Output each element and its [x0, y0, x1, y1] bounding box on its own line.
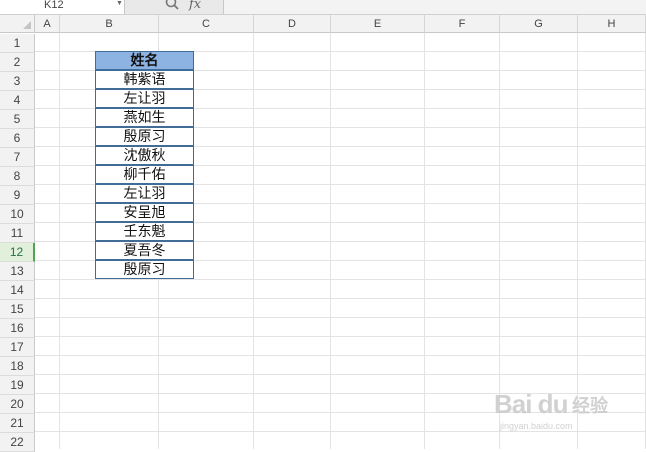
column-header-d[interactable]: D [254, 15, 331, 33]
column-header-a[interactable]: A [35, 15, 60, 33]
table-cell[interactable]: 沈傲秋 [95, 146, 194, 165]
column-header-f[interactable]: F [425, 15, 500, 33]
grid-hline [35, 336, 646, 337]
row-header-13[interactable]: 13 [0, 262, 35, 281]
table-header-cell[interactable]: 姓名 [95, 51, 194, 70]
table-cell[interactable]: 安呈旭 [95, 203, 194, 222]
table-cell[interactable]: 左让羽 [95, 184, 194, 203]
column-header-c[interactable]: C [159, 15, 254, 33]
row-header-14[interactable]: 14 [0, 281, 35, 300]
table-cell[interactable]: 夏吾冬 [95, 241, 194, 260]
column-header-h[interactable]: H [578, 15, 646, 33]
grid-hline [35, 355, 646, 356]
grid-hline [35, 279, 646, 280]
row-header-2[interactable]: 2 [0, 53, 35, 72]
row-header-18[interactable]: 18 [0, 357, 35, 376]
row-header-12[interactable]: 12 [0, 243, 35, 262]
watermark-brand: Bai du [494, 389, 568, 419]
column-header-g[interactable]: G [500, 15, 578, 33]
row-header-5[interactable]: 5 [0, 110, 35, 129]
table-cell[interactable]: 殷原习 [95, 260, 194, 279]
table-cell[interactable]: 韩紫语 [95, 70, 194, 89]
row-header-16[interactable]: 16 [0, 319, 35, 338]
grid-hline [35, 317, 646, 318]
row-header-3[interactable]: 3 [0, 72, 35, 91]
row-header-10[interactable]: 10 [0, 205, 35, 224]
name-box[interactable]: K12 ▼ [0, 0, 125, 14]
watermark-cn: 经验 [572, 396, 608, 417]
zoom-icon[interactable] [164, 0, 180, 11]
table-cell[interactable]: 殷原习 [95, 127, 194, 146]
chevron-down-icon[interactable]: ▼ [116, 0, 123, 10]
formula-bar: K12 ▼ fx [0, 0, 646, 15]
table-cell[interactable]: 左让羽 [95, 89, 194, 108]
select-all-triangle-icon [23, 21, 31, 29]
watermark-url: jingyan.baidu.com [500, 421, 573, 431]
row-header-9[interactable]: 9 [0, 186, 35, 205]
row-header-19[interactable]: 19 [0, 376, 35, 395]
column-header-e[interactable]: E [331, 15, 425, 33]
row-header-8[interactable]: 8 [0, 167, 35, 186]
name-box-value: K12 [44, 0, 64, 11]
fx-icon[interactable]: fx [189, 0, 201, 12]
table-cell[interactable]: 柳千佑 [95, 165, 194, 184]
row-header-11[interactable]: 11 [0, 224, 35, 243]
grid-hline [35, 298, 646, 299]
select-all-corner[interactable] [0, 15, 35, 33]
baidu-watermark: Bai du 经验 jingyan.baidu.com [492, 375, 642, 435]
row-header-22[interactable]: 22 [0, 433, 35, 452]
row-header-15[interactable]: 15 [0, 300, 35, 319]
row-header-17[interactable]: 17 [0, 338, 35, 357]
row-header-6[interactable]: 6 [0, 129, 35, 148]
column-header-b[interactable]: B [60, 15, 159, 33]
row-header-4[interactable]: 4 [0, 91, 35, 110]
row-header-1[interactable]: 1 [0, 34, 35, 53]
table-cell[interactable]: 燕如生 [95, 108, 194, 127]
row-header-7[interactable]: 7 [0, 148, 35, 167]
table-cell[interactable]: 壬东魁 [95, 222, 194, 241]
row-header-21[interactable]: 21 [0, 414, 35, 433]
row-header-20[interactable]: 20 [0, 395, 35, 414]
